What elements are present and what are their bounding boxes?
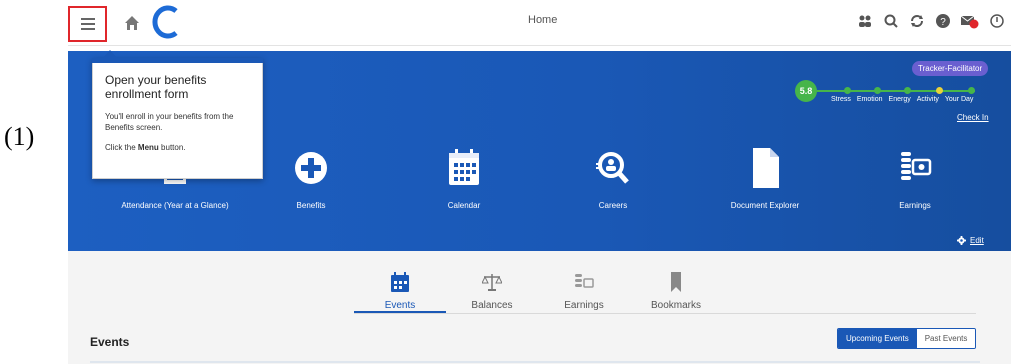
tab-label: Balances	[471, 300, 513, 311]
screenshot-stage: (1) Home ? Tracker-Facilitator 5.8 Stres…	[0, 0, 1011, 364]
tile-earnings[interactable]: Earnings	[850, 146, 980, 211]
tracker-progress-line	[817, 90, 975, 92]
plus-circle-icon	[295, 152, 327, 184]
tab-label: Earnings	[564, 300, 604, 311]
power-icon[interactable]	[989, 13, 1005, 29]
people-icon[interactable]	[857, 13, 873, 29]
tracker-step-label: Activity	[916, 96, 939, 103]
guide-tooltip: Open your benefits enrollment form You'l…	[92, 50, 263, 179]
tile-label: Calendar	[447, 201, 481, 210]
tracker-step-label: Your Day	[944, 96, 974, 103]
tooltip-instruction-suffix: button.	[161, 143, 186, 152]
tile-careers[interactable]: Careers	[548, 146, 678, 211]
tooltip-instruction-menu: Menu	[137, 143, 159, 152]
search-person-icon	[596, 152, 629, 184]
tab-balances[interactable]: Balances	[446, 271, 538, 313]
tile-label: Attendance (Year at a Glance)	[121, 201, 229, 210]
tile-label: Document Explorer	[730, 201, 800, 210]
tracker-step-labels: Stress Emotion Energy Activity Your Day	[831, 96, 973, 103]
tracker-step-label: Stress	[831, 96, 851, 103]
tab-divider	[354, 313, 976, 314]
tab-label: Events	[384, 300, 416, 311]
edit-label: Edit	[970, 236, 984, 245]
events-heading: Events	[90, 335, 130, 349]
page-title: Home	[528, 14, 558, 26]
tracker-step-label: Energy	[888, 96, 911, 103]
tooltip-instruction-prefix: Click the	[105, 143, 136, 152]
tile-document-explorer[interactable]: Document Explorer	[700, 146, 830, 211]
refresh-icon[interactable]	[909, 13, 925, 29]
events-divider	[90, 361, 980, 363]
tile-label: Earnings	[899, 201, 931, 210]
events-filter-toggle: Upcoming Events Past Events	[837, 328, 977, 349]
mail-notification-icon[interactable]	[961, 13, 979, 29]
hamburger-icon	[80, 18, 95, 30]
gear-icon	[957, 236, 966, 245]
tracker-step-dot[interactable]	[904, 87, 911, 94]
calendar-icon	[449, 149, 479, 185]
tab-bookmarks[interactable]: Bookmarks	[630, 271, 722, 313]
tab-earnings[interactable]: Earnings	[538, 271, 630, 313]
tracker-step-label: Emotion	[856, 96, 883, 103]
coins-money-icon	[901, 152, 932, 180]
tooltip-title: Open your benefits enrollment form	[105, 73, 207, 101]
home-icon[interactable]	[124, 15, 140, 31]
calendar-icon	[391, 272, 409, 292]
events-section: Events Balances Earnings Bookmarks Event…	[68, 251, 1011, 364]
top-navigation-bar: Home ?	[68, 0, 1011, 46]
tile-calendar[interactable]: Calendar	[399, 146, 529, 211]
scale-icon	[481, 274, 503, 291]
tooltip-body: You'll enroll in your benefits from the …	[105, 112, 234, 132]
app-logo[interactable]	[152, 5, 180, 39]
edit-link[interactable]: Edit	[957, 236, 984, 245]
check-in-link[interactable]: Check In	[957, 113, 989, 122]
tracker-facilitator-badge[interactable]: Tracker-Facilitator	[912, 61, 989, 76]
section-tabs: Events Balances Earnings Bookmarks	[354, 271, 722, 313]
document-icon	[753, 148, 779, 188]
coins-money-icon	[575, 274, 594, 288]
tooltip-instruction: Click the Menu button.	[105, 143, 250, 152]
upcoming-events-button[interactable]: Upcoming Events	[838, 329, 917, 348]
tracker-score: 5.8	[795, 80, 817, 102]
top-toolbar-icons: ?	[857, 13, 1005, 29]
tile-benefits[interactable]: Benefits	[246, 146, 376, 211]
past-events-button[interactable]: Past Events	[916, 329, 976, 348]
svg-text:?: ?	[940, 17, 946, 28]
tab-label: Bookmarks	[650, 300, 701, 311]
help-icon[interactable]: ?	[935, 13, 951, 29]
tile-label: Benefits	[296, 201, 326, 210]
tracker-step-dot[interactable]	[844, 87, 851, 94]
tracker-step-dot[interactable]	[968, 87, 975, 94]
menu-button[interactable]	[68, 6, 107, 42]
tile-label: Careers	[598, 201, 628, 210]
step-number-label: (1)	[4, 122, 35, 151]
tracker-step-dot-active[interactable]	[936, 87, 943, 94]
tracker-step-dot[interactable]	[874, 87, 881, 94]
search-icon[interactable]	[883, 13, 899, 29]
tab-events[interactable]: Events	[354, 271, 446, 313]
bookmark-icon	[671, 272, 681, 292]
